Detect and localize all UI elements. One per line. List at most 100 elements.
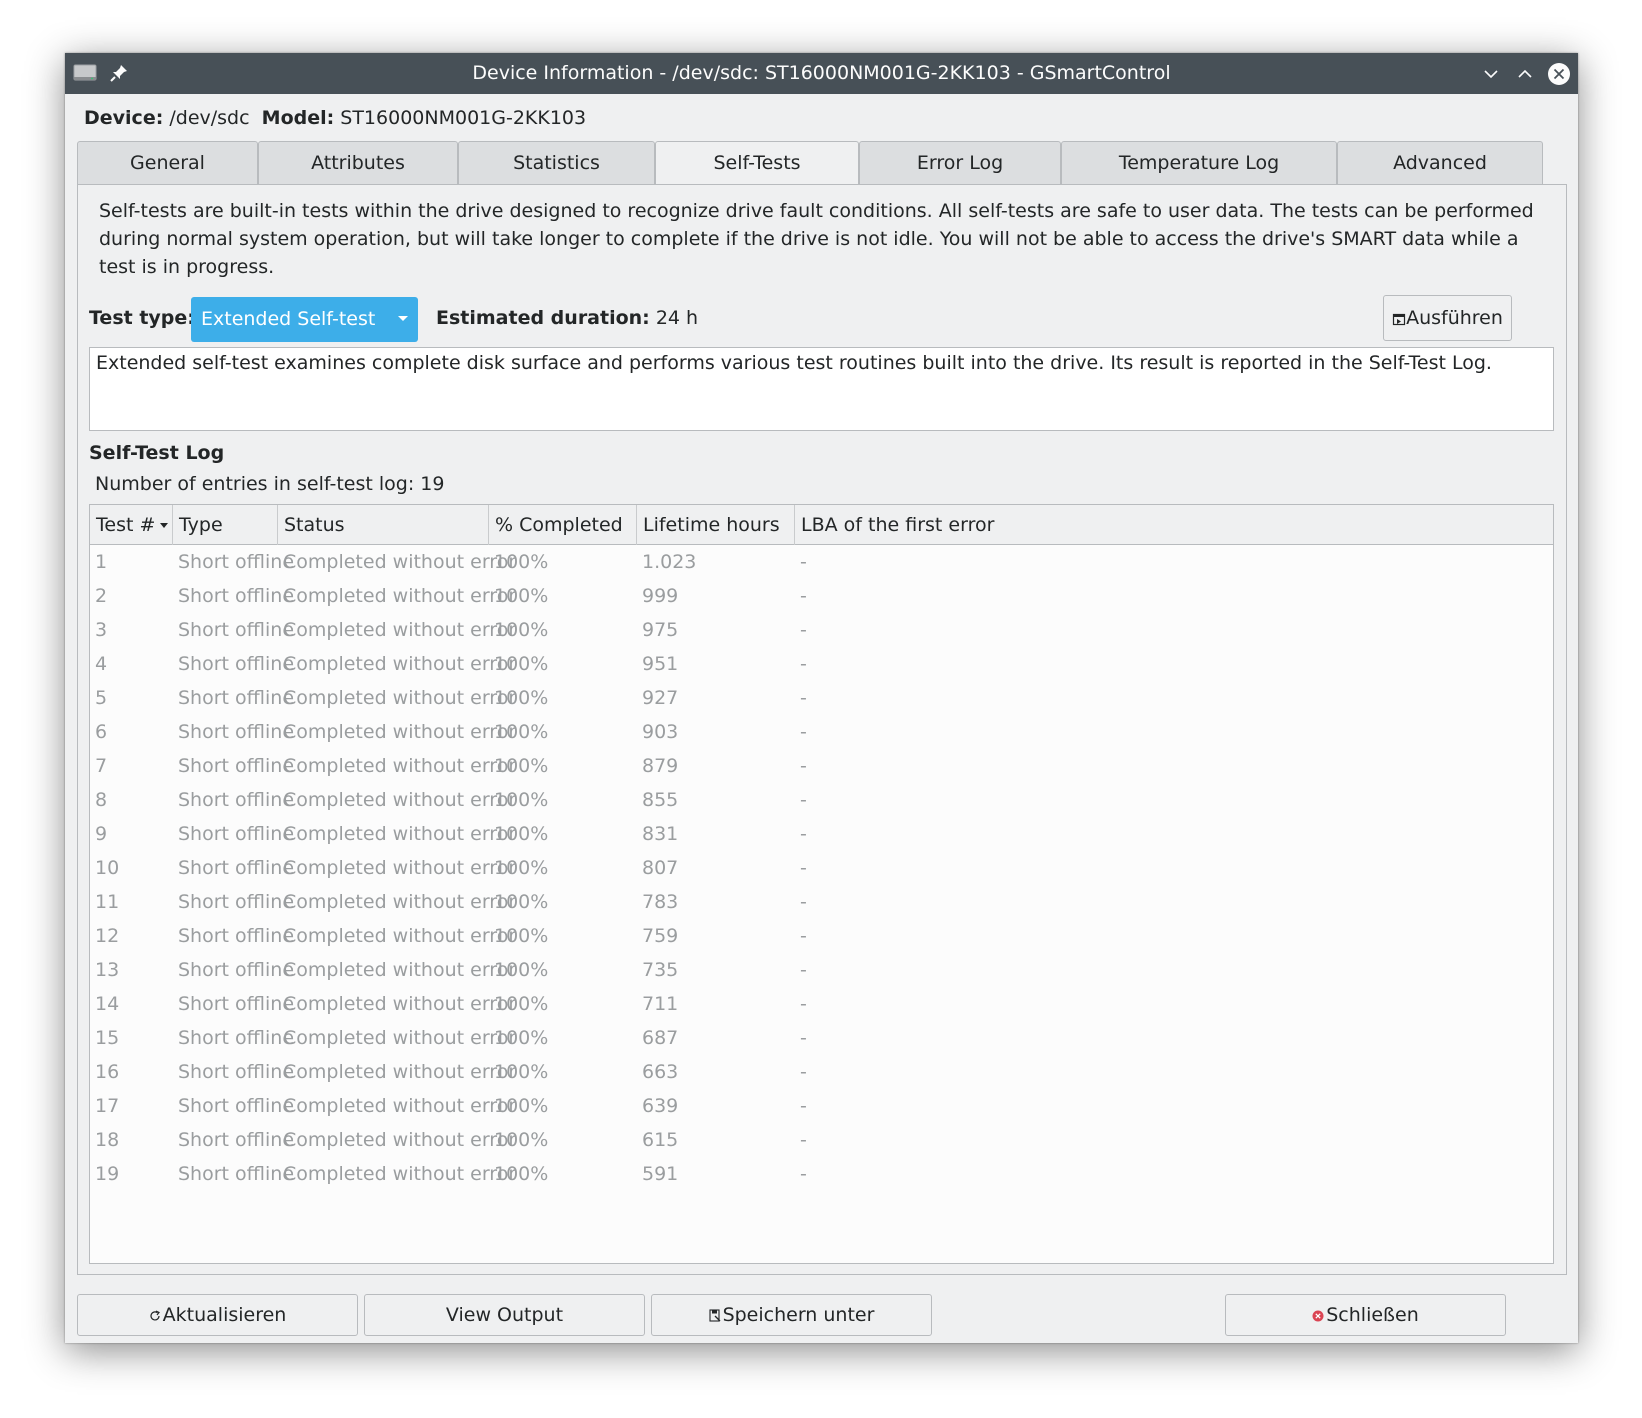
table-row[interactable]: 8 Short offline Completed without error 100… xyxy=(90,783,1553,817)
close-button[interactable]: Schließen xyxy=(1225,1294,1506,1336)
cell-lifetime-hours: 927 xyxy=(642,687,679,709)
refresh-label: Aktualisieren xyxy=(162,1304,287,1326)
self-test-log-table[interactable]: Test # Type Status % Completed Lifetime … xyxy=(89,504,1554,1264)
table-row[interactable]: 5 Short offline Completed without error 100… xyxy=(90,681,1553,715)
cell-lba-first-error: - xyxy=(800,925,807,947)
tab-self-tests[interactable]: Self-Tests xyxy=(655,141,859,186)
chevron-up-icon[interactable] xyxy=(1512,61,1538,87)
cell-completed: 100% xyxy=(494,1061,549,1083)
tab-statistics[interactable]: Statistics xyxy=(458,141,655,185)
cell-completed: 100% xyxy=(494,891,549,913)
table-row[interactable]: 9 Short offline Completed without error 100… xyxy=(90,817,1553,851)
cell-type: Short offline xyxy=(178,755,295,777)
refresh-button[interactable]: Aktualisieren xyxy=(77,1294,358,1336)
cell-status: Completed without error xyxy=(283,687,517,709)
tab-advanced[interactable]: Advanced xyxy=(1337,141,1543,185)
cell-completed: 100% xyxy=(494,993,549,1015)
cell-completed: 100% xyxy=(494,857,549,879)
cell-status: Completed without error xyxy=(283,959,517,981)
cell-status: Completed without error xyxy=(283,585,517,607)
cell-type: Short offline xyxy=(178,551,295,573)
cell-lba-first-error: - xyxy=(800,891,807,913)
cell-test-number: 11 xyxy=(95,891,120,913)
cell-completed: 100% xyxy=(494,585,549,607)
column-header-status[interactable]: Status xyxy=(278,505,489,545)
column-header-type[interactable]: Type xyxy=(173,505,278,545)
cell-status: Completed without error xyxy=(283,721,517,743)
cell-type: Short offline xyxy=(178,619,295,641)
cell-type: Short offline xyxy=(178,789,295,811)
cell-status: Completed without error xyxy=(283,993,517,1015)
cell-type: Short offline xyxy=(178,823,295,845)
device-summary: Device: /dev/sdc Model: ST16000NM001G-2K… xyxy=(84,107,586,129)
view-output-button[interactable]: View Output xyxy=(364,1294,645,1336)
cell-completed: 100% xyxy=(494,721,549,743)
table-row[interactable]: 14 Short offline Completed without error 10… xyxy=(90,987,1553,1021)
cell-type: Short offline xyxy=(178,959,295,981)
table-row[interactable]: 10 Short offline Completed without error 10… xyxy=(90,851,1553,885)
table-header: Test # Type Status % Completed Lifetime … xyxy=(90,505,1553,545)
cell-lifetime-hours: 735 xyxy=(642,959,679,981)
table-row[interactable]: 1 Short offline Completed without error 100… xyxy=(90,545,1553,579)
cell-lifetime-hours: 687 xyxy=(642,1027,679,1049)
tab-error-log[interactable]: Error Log xyxy=(859,141,1061,185)
table-row[interactable]: 18 Short offline Completed without error 10… xyxy=(90,1123,1553,1157)
estimated-duration: Estimated duration: 24 h xyxy=(436,307,698,329)
cell-test-number: 13 xyxy=(95,959,120,981)
cell-lba-first-error: - xyxy=(800,1027,807,1049)
duration-value: 24 h xyxy=(655,307,699,329)
cell-test-number: 14 xyxy=(95,993,120,1015)
cell-type: Short offline xyxy=(178,585,295,607)
titlebar[interactable]: Device Information - /dev/sdc: ST16000NM… xyxy=(65,53,1578,94)
cell-completed: 100% xyxy=(494,687,549,709)
test-type-label: Test type: xyxy=(89,307,195,329)
table-row[interactable]: 16 Short offline Completed without error 10… xyxy=(90,1055,1553,1089)
cell-lba-first-error: - xyxy=(800,993,807,1015)
table-body: 1 Short offline Completed without error 100… xyxy=(90,545,1553,1191)
view-output-label: View Output xyxy=(445,1304,564,1326)
cell-lba-first-error: - xyxy=(800,1129,807,1151)
save-as-button[interactable]: Speichern unter xyxy=(651,1294,932,1336)
table-row[interactable]: 3 Short offline Completed without error 100… xyxy=(90,613,1553,647)
table-row[interactable]: 7 Short offline Completed without error 100… xyxy=(90,749,1553,783)
test-type-select[interactable]: Extended Self-test xyxy=(191,297,418,342)
run-label: Ausführen xyxy=(1406,307,1503,329)
self-test-log-title: Self-Test Log xyxy=(89,442,225,464)
harddisk-icon[interactable] xyxy=(73,61,97,85)
cell-lba-first-error: - xyxy=(800,687,807,709)
table-row[interactable]: 11 Short offline Completed without error 10… xyxy=(90,885,1553,919)
chevron-down-icon[interactable] xyxy=(1478,61,1504,87)
table-row[interactable]: 6 Short offline Completed without error 100… xyxy=(90,715,1553,749)
column-header-lifetime-hours[interactable]: Lifetime hours xyxy=(637,505,795,545)
column-header-test-number[interactable]: Test # xyxy=(90,505,173,545)
cell-test-number: 8 xyxy=(95,789,108,811)
tab-temperature-log[interactable]: Temperature Log xyxy=(1061,141,1337,185)
tab-general[interactable]: General xyxy=(77,141,258,185)
table-row[interactable]: 12 Short offline Completed without error 10… xyxy=(90,919,1553,953)
cell-test-number: 4 xyxy=(95,653,108,675)
table-row[interactable]: 4 Short offline Completed without error 100… xyxy=(90,647,1553,681)
cell-completed: 100% xyxy=(494,823,549,845)
cell-lba-first-error: - xyxy=(800,721,807,743)
table-row[interactable]: 17 Short offline Completed without error 10… xyxy=(90,1089,1553,1123)
table-row[interactable]: 2 Short offline Completed without error 100… xyxy=(90,579,1553,613)
device-label: Device: xyxy=(84,107,164,129)
column-header-completed[interactable]: % Completed xyxy=(489,505,637,545)
cell-lba-first-error: - xyxy=(800,789,807,811)
column-header-lba-first-error[interactable]: LBA of the first error xyxy=(795,505,1553,545)
tab-attributes[interactable]: Attributes xyxy=(258,141,458,185)
table-row[interactable]: 19 Short offline Completed without error 10… xyxy=(90,1157,1553,1191)
cell-test-number: 18 xyxy=(95,1129,120,1151)
cell-type: Short offline xyxy=(178,1061,295,1083)
cell-lba-first-error: - xyxy=(800,755,807,777)
close-circle-icon[interactable] xyxy=(1546,61,1572,87)
table-row[interactable]: 15 Short offline Completed without error 10… xyxy=(90,1021,1553,1055)
tab-bar: General Attributes Statistics Self-Tests… xyxy=(77,141,1567,186)
cell-type: Short offline xyxy=(178,1095,295,1117)
run-button[interactable]: Ausführen xyxy=(1383,295,1512,341)
cell-lifetime-hours: 711 xyxy=(642,993,679,1015)
cell-type: Short offline xyxy=(178,857,295,879)
pin-icon[interactable] xyxy=(109,63,129,83)
cell-type: Short offline xyxy=(178,1027,295,1049)
table-row[interactable]: 13 Short offline Completed without error 10… xyxy=(90,953,1553,987)
